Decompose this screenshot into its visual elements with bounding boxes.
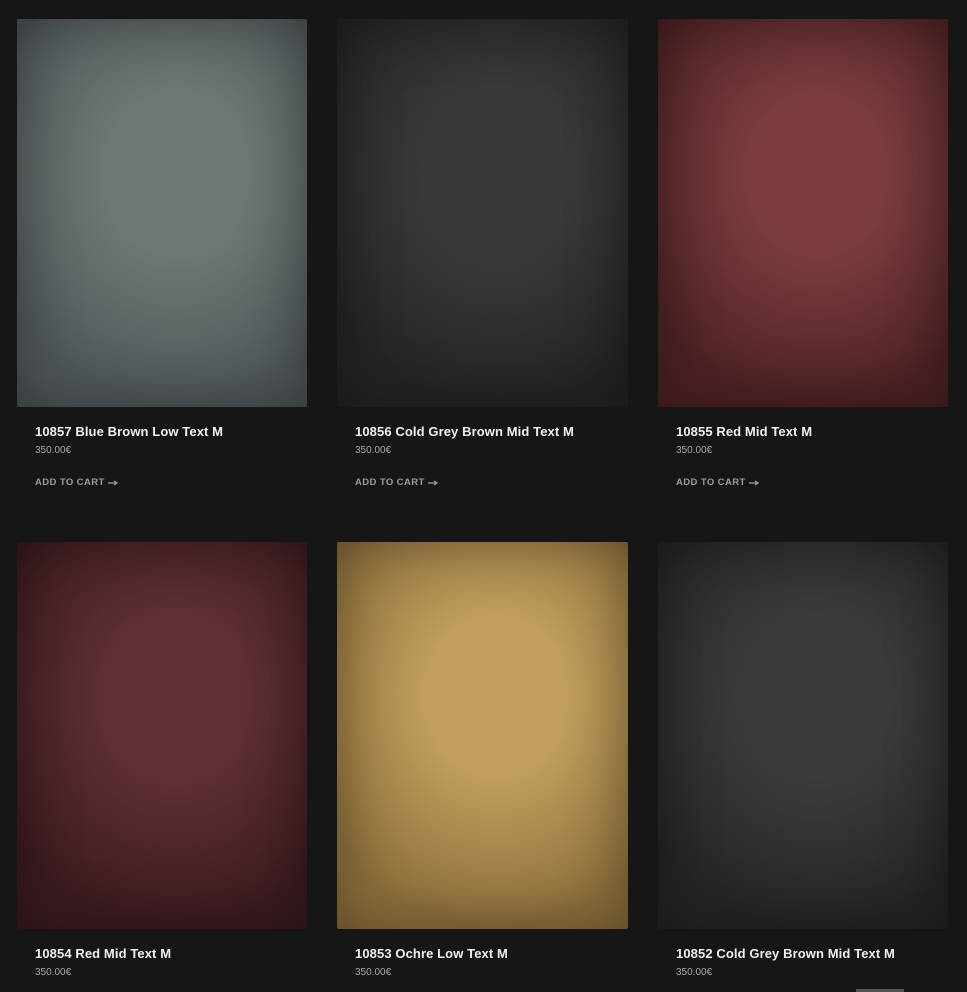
product-price: 350.00€ xyxy=(676,967,713,978)
product-card: 10852 Cold Grey Brown Mid Text M 350.00€ xyxy=(658,542,948,992)
add-to-cart-label: ADD TO CART xyxy=(35,477,105,488)
product-title[interactable]: 10856 Cold Grey Brown Mid Text M xyxy=(355,423,628,440)
add-to-cart-label: ADD TO CART xyxy=(355,477,425,488)
product-title[interactable]: 10855 Red Mid Text M xyxy=(676,423,948,440)
product-title[interactable]: 10853 Ochre Low Text M xyxy=(355,945,628,962)
product-image[interactable] xyxy=(17,19,307,407)
product-price: 350.00€ xyxy=(35,967,72,978)
product-image[interactable] xyxy=(658,19,948,407)
product-card: 10855 Red Mid Text M 350.00€ ADD TO CART xyxy=(658,19,948,542)
add-to-cart-button[interactable]: ADD TO CART xyxy=(355,477,438,488)
product-image[interactable] xyxy=(658,542,948,929)
add-to-cart-label: ADD TO CART xyxy=(676,477,746,488)
product-title[interactable]: 10854 Red Mid Text M xyxy=(35,945,307,962)
product-title[interactable]: 10857 Blue Brown Low Text M xyxy=(35,423,307,440)
product-grid: 10857 Blue Brown Low Text M 350.00€ ADD … xyxy=(17,19,948,992)
arrow-right-icon xyxy=(748,479,759,486)
product-price: 350.00€ xyxy=(355,445,392,456)
product-image[interactable] xyxy=(337,19,628,407)
product-title[interactable]: 10852 Cold Grey Brown Mid Text M xyxy=(676,945,948,962)
add-to-cart-button[interactable]: ADD TO CART xyxy=(35,477,118,488)
product-image[interactable] xyxy=(337,542,628,929)
product-listing-page: 10857 Blue Brown Low Text M 350.00€ ADD … xyxy=(0,0,967,992)
product-price: 350.00€ xyxy=(355,967,392,978)
product-card: 10853 Ochre Low Text M 350.00€ xyxy=(337,542,628,992)
product-card: 10857 Blue Brown Low Text M 350.00€ ADD … xyxy=(17,19,307,542)
arrow-right-icon xyxy=(427,479,438,486)
arrow-right-icon xyxy=(107,479,118,486)
product-image[interactable] xyxy=(17,542,307,929)
product-card: 10856 Cold Grey Brown Mid Text M 350.00€… xyxy=(337,19,628,542)
product-card: 10854 Red Mid Text M 350.00€ xyxy=(17,542,307,992)
product-price: 350.00€ xyxy=(35,445,72,456)
add-to-cart-button[interactable]: ADD TO CART xyxy=(676,477,759,488)
product-price: 350.00€ xyxy=(676,445,713,456)
